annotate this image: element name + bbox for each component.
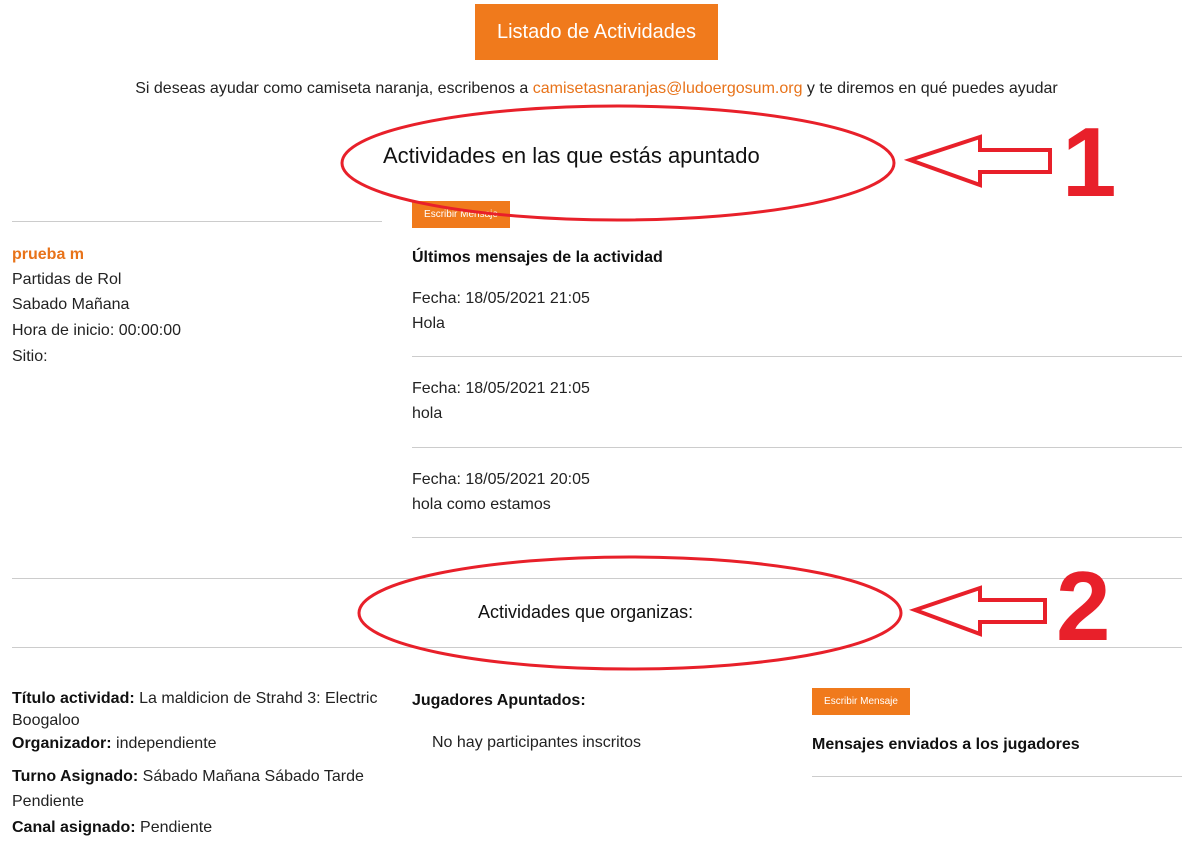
activity-place: Sitio: bbox=[12, 348, 48, 365]
message-divider bbox=[412, 537, 1182, 538]
enrolled-section-title: Actividades en las que estás apuntado bbox=[383, 143, 760, 168]
message-divider bbox=[412, 356, 1182, 357]
activity-session: Sabado Mañana bbox=[12, 296, 130, 313]
intro-prefix: Si deseas ayudar como camiseta naranja, … bbox=[135, 80, 533, 97]
sent-messages-heading: Mensajes enviados a los jugadores bbox=[812, 736, 1080, 753]
organizer-value: independiente bbox=[111, 735, 217, 752]
activity-name[interactable]: prueba m bbox=[12, 242, 84, 267]
activity-title-label: Título actividad: bbox=[12, 690, 135, 707]
turn-line: Turno Asignado: Sábado Mañana Sábado Tar… bbox=[12, 764, 392, 814]
message-text: hola bbox=[412, 405, 443, 422]
message-text: hola como estamos bbox=[412, 496, 551, 513]
divider bbox=[12, 221, 382, 222]
message-divider bbox=[412, 447, 1182, 448]
activity-type: Partidas de Rol bbox=[12, 271, 122, 288]
message-date: Fecha: 18/05/2021 21:05 bbox=[412, 290, 590, 307]
divider bbox=[812, 776, 1182, 777]
divider bbox=[12, 647, 1182, 648]
arrow-left-icon bbox=[903, 134, 1052, 188]
activity-start-time: Hora de inicio: 00:00:00 bbox=[12, 322, 181, 339]
organizer-label: Organizador: bbox=[12, 735, 112, 752]
annotation-number-2: 2 bbox=[1056, 551, 1111, 661]
message-text: Hola bbox=[412, 315, 445, 332]
listado-actividades-button[interactable]: Listado de Actividades bbox=[475, 4, 718, 60]
divider bbox=[12, 578, 1182, 579]
players-empty-message: No hay participantes inscritos bbox=[432, 734, 641, 751]
write-message-button[interactable]: Escribir Mensaje bbox=[412, 201, 510, 228]
organizer-line: Organizador: independiente bbox=[12, 733, 217, 755]
channel-label: Canal asignado: bbox=[12, 819, 136, 836]
annotation-number-1: 1 bbox=[1062, 107, 1117, 217]
write-message-button[interactable]: Escribir Mensaje bbox=[812, 688, 910, 715]
messages-heading: Últimos mensajes de la actividad bbox=[412, 249, 663, 266]
organized-section-title: Actividades que organizas: bbox=[478, 602, 694, 622]
intro-suffix: y te diremos en qué puedes ayudar bbox=[802, 80, 1058, 97]
email-link[interactable]: camisetasnaranjas@ludoergosum.org bbox=[533, 80, 803, 97]
activity-title-line: Título actividad: La maldicion de Strahd… bbox=[12, 688, 387, 732]
players-heading: Jugadores Apuntados: bbox=[412, 692, 586, 709]
message-date: Fecha: 18/05/2021 20:05 bbox=[412, 471, 590, 488]
intro-text: Si deseas ayudar como camiseta naranja, … bbox=[0, 80, 1193, 98]
channel-line: Canal asignado: Pendiente bbox=[12, 815, 212, 840]
message-date: Fecha: 18/05/2021 21:05 bbox=[412, 380, 590, 397]
turn-label: Turno Asignado: bbox=[12, 768, 139, 785]
channel-value: Pendiente bbox=[135, 819, 213, 836]
arrow-left-icon bbox=[909, 585, 1047, 637]
